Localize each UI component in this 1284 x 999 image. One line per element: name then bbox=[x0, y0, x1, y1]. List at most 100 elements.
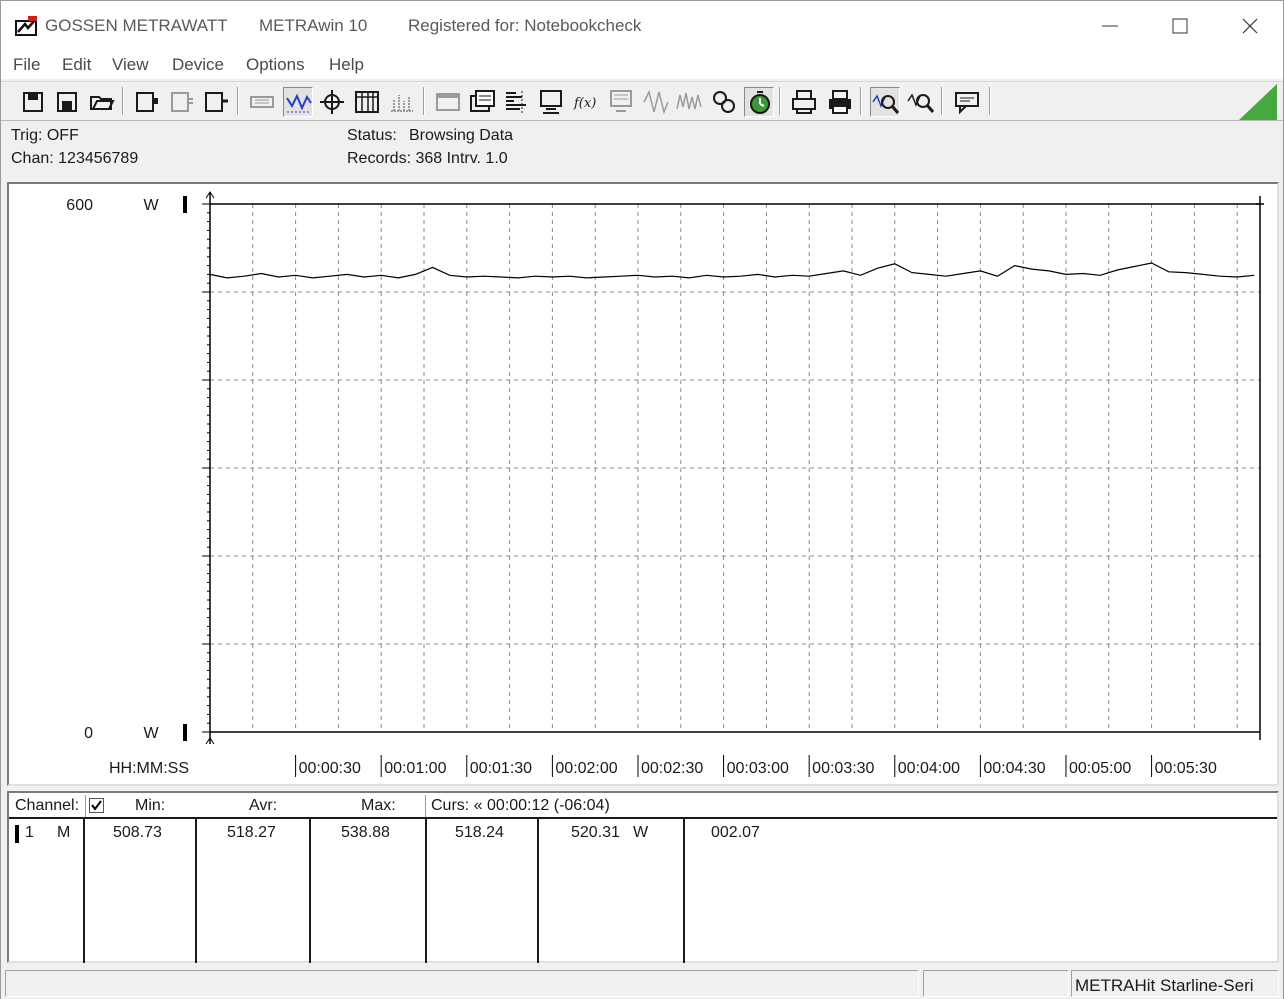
bar-list-icon bbox=[506, 91, 526, 113]
row-channel-mode: M bbox=[57, 824, 71, 841]
open-folder-button[interactable] bbox=[87, 87, 117, 117]
table-header-divider bbox=[9, 817, 1277, 819]
save-as-button[interactable] bbox=[52, 87, 82, 117]
multi-window-button[interactable] bbox=[467, 87, 497, 117]
bar-list-button[interactable] bbox=[502, 87, 532, 117]
device-name: METRAHit Starline-Seri bbox=[1075, 976, 1254, 995]
trigger-status: Trig: OFF bbox=[11, 127, 79, 144]
menu-help[interactable]: Help bbox=[329, 55, 364, 75]
row-cursor-value2: 520.31 bbox=[571, 824, 620, 841]
comment-button[interactable] bbox=[952, 87, 982, 117]
header-max: Max: bbox=[361, 797, 396, 814]
column-divider bbox=[425, 817, 427, 963]
y-axis-unit-bottom: W bbox=[143, 725, 159, 742]
toolbar-separator bbox=[941, 87, 943, 115]
print-icon bbox=[829, 90, 851, 114]
menu-bar: File Edit View Device Options Help bbox=[1, 51, 1283, 79]
minimize-icon bbox=[1102, 25, 1118, 27]
maximize-icon bbox=[1172, 18, 1188, 34]
x-tick-label: 00:02:00 bbox=[555, 760, 617, 777]
row-unit: W bbox=[633, 824, 649, 841]
status-panel-main bbox=[5, 970, 919, 997]
device-connect-button[interactable] bbox=[132, 87, 162, 117]
device-disabled-icon bbox=[171, 92, 193, 112]
close-button[interactable] bbox=[1215, 1, 1284, 51]
y-scale-marker bbox=[183, 196, 187, 213]
noise-disabled-button[interactable] bbox=[674, 87, 704, 117]
menu-edit[interactable]: Edit bbox=[62, 55, 91, 75]
x-tick-label: 00:00:30 bbox=[299, 760, 361, 777]
minimize-button[interactable] bbox=[1075, 1, 1145, 51]
trace-view-button[interactable] bbox=[283, 87, 313, 117]
toolbar-separator bbox=[237, 87, 239, 115]
x-tick-label: 00:04:00 bbox=[898, 760, 960, 777]
print-preview-icon bbox=[792, 90, 816, 114]
save-button[interactable] bbox=[18, 87, 48, 117]
toolbar-separator bbox=[860, 87, 862, 115]
zoom-out-button[interactable] bbox=[906, 87, 936, 117]
row-cursor-value: 518.24 bbox=[455, 824, 504, 841]
toolbar-separator bbox=[989, 87, 991, 115]
computer-icon bbox=[540, 90, 562, 114]
printer-disabled-icon bbox=[250, 96, 274, 108]
x-axis-label: HH:MM:SS bbox=[109, 760, 189, 777]
resize-corner-icon bbox=[1239, 84, 1277, 120]
histogram-button[interactable] bbox=[387, 87, 417, 117]
save-as-icon bbox=[57, 92, 77, 112]
monitor-disabled-button[interactable] bbox=[606, 87, 636, 117]
table-view-button[interactable] bbox=[352, 87, 382, 117]
column-divider bbox=[537, 817, 539, 963]
window-disabled-button[interactable] bbox=[433, 87, 463, 117]
power-series-line[interactable] bbox=[209, 262, 1255, 279]
x-tick-label: 00:03:00 bbox=[727, 760, 789, 777]
settings-button[interactable] bbox=[709, 87, 739, 117]
device-connect-icon bbox=[136, 92, 158, 112]
zoom-in-button[interactable] bbox=[870, 87, 900, 117]
table-view-icon bbox=[355, 91, 379, 113]
row-min: 508.73 bbox=[113, 824, 162, 841]
chart-svg[interactable]: 600 W 0 W HH:MM:SS 00:00:30 00:01:00 00:01:30 00… bbox=[9, 184, 1277, 784]
settings-icon bbox=[713, 91, 735, 113]
title-bar: GOSSEN METRAWATT METRAwin 10 Registered … bbox=[1, 1, 1283, 51]
menu-options[interactable]: Options bbox=[246, 55, 305, 75]
app-window: GOSSEN METRAWATT METRAwin 10 Registered … bbox=[0, 0, 1284, 999]
toolbar-separator bbox=[122, 87, 124, 115]
row-avr: 518.27 bbox=[227, 824, 276, 841]
y-scale-marker bbox=[183, 724, 187, 741]
x-tick-label: 00:05:30 bbox=[1155, 760, 1217, 777]
printer-disabled-button[interactable] bbox=[247, 87, 277, 117]
maximize-button[interactable] bbox=[1145, 1, 1215, 51]
crosshair-icon bbox=[320, 90, 344, 114]
print-button[interactable] bbox=[825, 87, 855, 117]
title-registered: Registered for: Notebookcheck bbox=[408, 16, 642, 35]
menu-view[interactable]: View bbox=[112, 55, 149, 75]
save-icon bbox=[23, 92, 43, 112]
noise-disabled-icon bbox=[676, 92, 702, 110]
menu-file[interactable]: File bbox=[13, 55, 40, 75]
device-read-button[interactable] bbox=[201, 87, 231, 117]
wave-disabled-button[interactable] bbox=[641, 87, 671, 117]
column-divider bbox=[83, 817, 85, 963]
checkbox-checked-icon[interactable] bbox=[89, 798, 105, 814]
computer-button[interactable] bbox=[536, 87, 566, 117]
x-tick-label: 00:04:30 bbox=[983, 760, 1045, 777]
print-preview-button[interactable] bbox=[789, 87, 819, 117]
close-icon bbox=[1242, 18, 1258, 34]
function-button[interactable]: f(x) bbox=[571, 87, 601, 117]
x-tick-label: 00:01:30 bbox=[470, 760, 532, 777]
timer-button[interactable] bbox=[744, 87, 774, 117]
app-logo-icon bbox=[15, 16, 37, 36]
wave-disabled-icon bbox=[643, 89, 669, 115]
multi-window-icon bbox=[470, 90, 495, 112]
chart-area[interactable]: 600 W 0 W HH:MM:SS 00:00:30 00:01:00 00:01:30 00… bbox=[7, 182, 1279, 786]
crosshair-button[interactable] bbox=[317, 87, 347, 117]
menu-device[interactable]: Device bbox=[172, 55, 224, 75]
window-disabled-icon bbox=[436, 93, 460, 111]
title-company: GOSSEN METRAWATT bbox=[45, 16, 228, 35]
status-panel-middle bbox=[923, 970, 1069, 997]
device-disabled-button[interactable] bbox=[167, 87, 197, 117]
header-avr: Avr: bbox=[249, 797, 278, 814]
title-app: METRAwin 10 bbox=[259, 16, 368, 35]
comment-icon bbox=[955, 92, 979, 115]
records-info: Records: 368 Intrv. 1.0 bbox=[347, 150, 508, 167]
